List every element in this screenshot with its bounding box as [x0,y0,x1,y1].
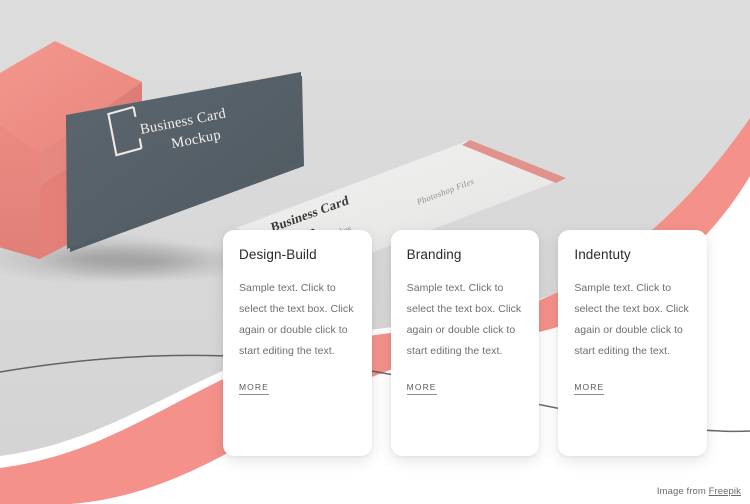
card-content: Indentuty Sample text. Click to select t… [558,230,707,395]
card-more-link[interactable]: MORE [239,382,269,395]
card-title: Branding [406,247,462,262]
card-body-text: Sample text. Click to select the text bo… [239,282,354,357]
image-credit-prefix: Image from [656,486,709,497]
card-title: Indentuty [574,247,631,262]
card-content: Design-Build Sample text. Click to selec… [223,230,372,395]
card-title: Design-Build [239,247,317,262]
card-more-link[interactable]: MORE [406,382,437,395]
card-body-text: Sample text. Click to select the text bo… [574,282,689,357]
freepik-link[interactable]: Freepik [709,486,741,497]
feature-card-indentuty[interactable]: Indentuty Sample text. Click to select t… [558,230,708,456]
image-credit: Image from Freepik [657,486,741,497]
feature-card-design-build[interactable]: Design-Build Sample text. Click to selec… [223,230,372,456]
feature-cards-row: Design-Build Sample text. Click to selec… [223,230,708,456]
card-content: Branding Sample text. Click to select th… [391,230,540,395]
card-body-text: Sample text. Click to select the text bo… [406,282,522,357]
card-more-link[interactable]: MORE [574,382,605,395]
page-root: Business Card Mockup inches Photoshop Fi… [0,0,750,504]
feature-card-branding[interactable]: Branding Sample text. Click to select th… [390,230,540,456]
